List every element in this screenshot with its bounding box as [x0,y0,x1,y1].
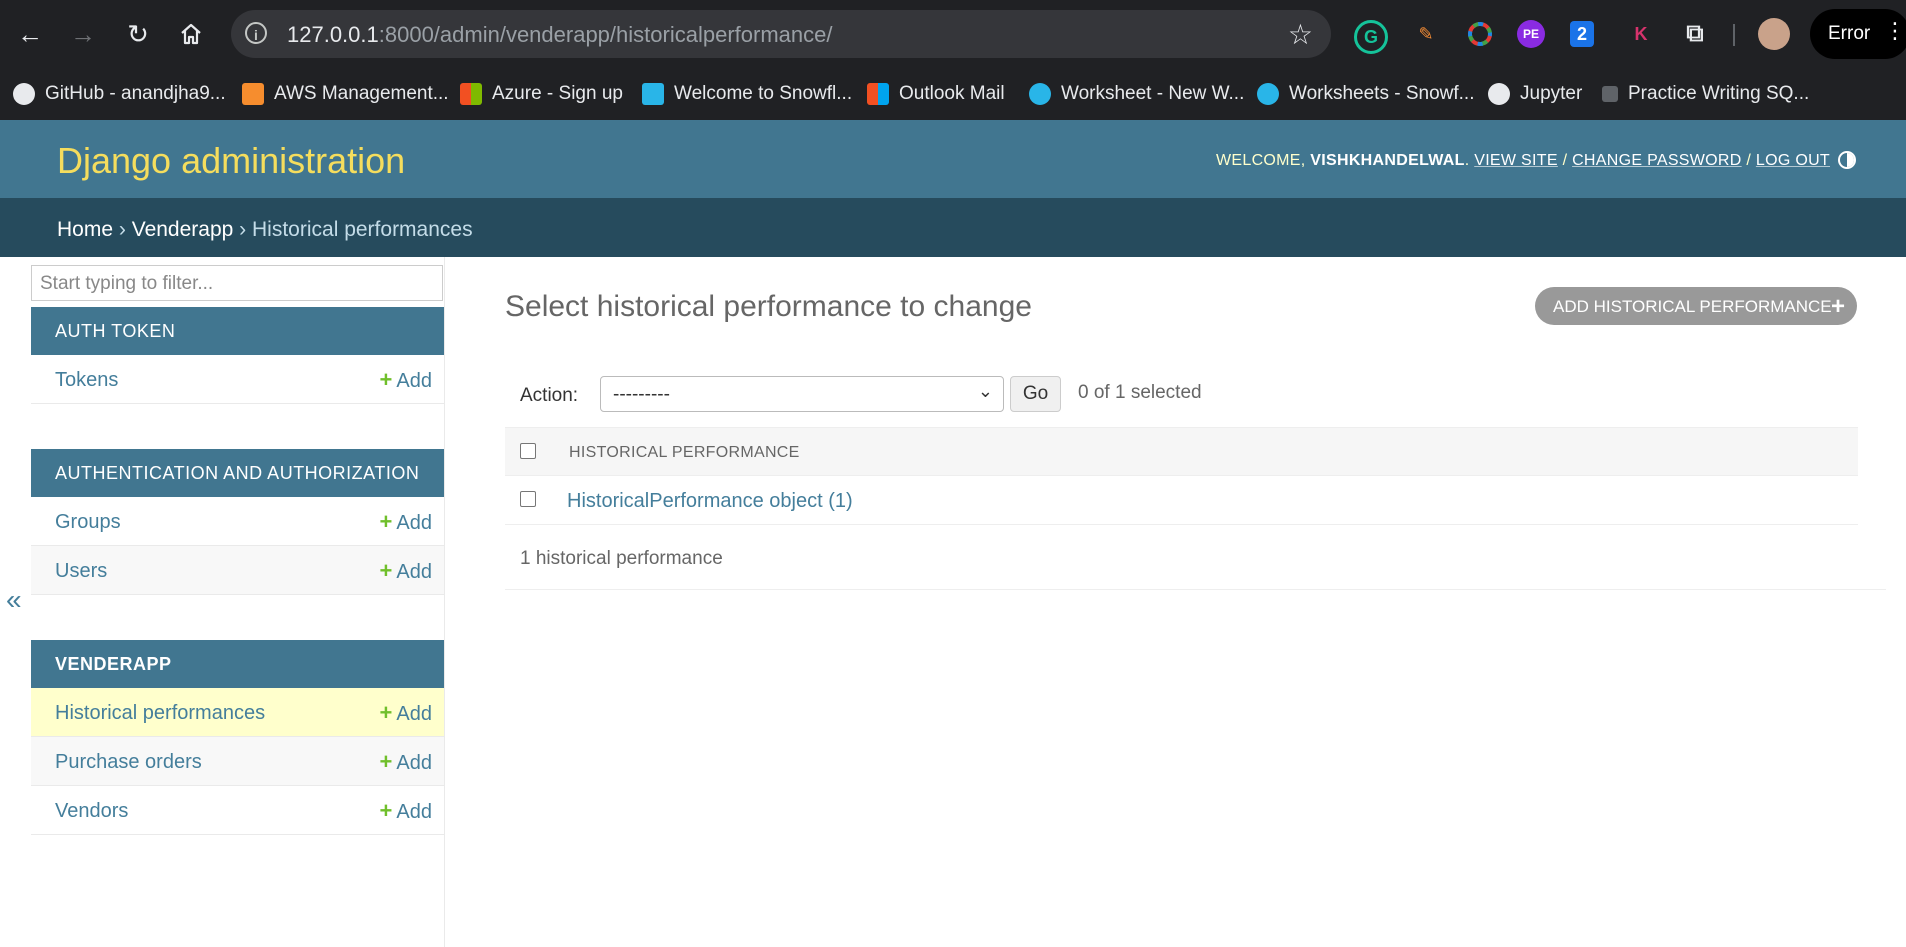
breadcrumb-current: Historical performances [252,218,473,241]
bookmarks-bar: GitHub - anandjha9... AWS Management... … [0,68,1906,121]
plus-icon: + [379,367,393,392]
sidebar-item-vendors[interactable]: Vendors + Add [31,786,444,835]
puzzle-icon[interactable]: ⧉ [1678,17,1712,51]
plus-icon: + [379,558,393,583]
bookmark-sql[interactable]: Practice Writing SQ... [1602,78,1809,110]
back-icon[interactable]: ← [12,12,48,56]
row-checkbox[interactable] [520,491,536,507]
action-label: Action: [520,385,579,406]
error-label: Error [1828,23,1871,44]
snowflake-icon [642,83,664,105]
app-auth-token[interactable]: AUTH TOKEN [31,307,444,355]
chevron-down-icon: ⌄ [977,381,993,401]
view-site-link[interactable]: VIEW SITE [1474,152,1558,169]
nav-filter-input[interactable]: Start typing to filter... [31,265,443,301]
add-link[interactable]: + Add [380,558,432,584]
globe-icon [1488,83,1510,105]
row-link[interactable]: HistoricalPerformance object (1) [567,490,853,513]
sidebar-item-historical-performances[interactable]: Historical performances + Add [31,688,444,737]
admin-header: Django administration WELCOME, VISHKHAND… [0,120,1906,198]
aws-icon [242,83,264,105]
site-branding[interactable]: Django administration [57,140,405,182]
app-venderapp[interactable]: VENDERAPP [31,640,444,688]
go-button[interactable]: Go [1010,376,1061,412]
nav-sidebar: Start typing to filter... AUTH TOKEN Tok… [31,257,445,947]
bookmark-github[interactable]: GitHub - anandjha9... [13,78,226,110]
add-link[interactable]: + Add [380,798,432,824]
plus-icon: + [379,798,393,823]
plus-icon: + [379,700,393,725]
color-wheel-icon[interactable] [1463,17,1497,51]
breadcrumb-home[interactable]: Home [57,218,113,241]
k-extension-icon[interactable]: K [1624,17,1658,51]
pe-extension-icon[interactable]: PE [1517,20,1545,48]
snowflake-icon [1257,83,1279,105]
site-info-icon[interactable]: i [245,22,267,44]
action-select[interactable]: --------- ⌄ [600,376,1004,412]
sidebar-item-tokens[interactable]: Tokens + Add [31,355,444,404]
bookmark-aws[interactable]: AWS Management... [242,78,449,110]
bookmark-azure[interactable]: Azure - Sign up [460,78,623,110]
bookmark-outlook[interactable]: Outlook Mail [867,78,1005,110]
log-out-link[interactable]: LOG OUT [1756,152,1830,169]
sidebar-item-purchase-orders[interactable]: Purchase orders + Add [31,737,444,786]
snowflake-icon [1029,83,1051,105]
username: VISHKHANDELWAL [1310,152,1465,169]
collapse-sidebar-icon[interactable]: « [6,584,22,616]
page-title: Select historical performance to change [505,290,1032,323]
app-authentication[interactable]: AUTHENTICATION AND AUTHORIZATION [31,449,444,497]
add-link[interactable]: + Add [380,367,432,393]
bookmark-snowflake[interactable]: Welcome to Snowfl... [642,78,852,110]
toolbar-divider [1733,24,1735,46]
microsoft-icon [460,83,482,105]
breadcrumb-app[interactable]: Venderapp [132,218,234,241]
change-password-link[interactable]: CHANGE PASSWORD [1572,152,1742,169]
add-historical-performance-button[interactable]: ADD HISTORICAL PERFORMANCE + [1535,287,1857,325]
selected-count: 0 of 1 selected [1078,382,1202,403]
add-link[interactable]: + Add [380,749,432,775]
avatar[interactable] [1758,18,1790,50]
grammarly-icon[interactable]: G [1354,20,1388,54]
profile-error-button[interactable]: Error ⋮ [1810,9,1906,59]
address-bar[interactable]: i 127.0.0.1:8000/admin/venderapp/histori… [231,10,1331,58]
column-header[interactable]: HISTORICAL PERFORMANCE [569,444,800,462]
url-text[interactable]: 127.0.0.1:8000/admin/venderapp/historica… [287,22,832,48]
bookmark-worksheet[interactable]: Worksheet - New W... [1029,78,1244,110]
plus-icon: + [379,749,393,774]
browser-toolbar: ← → ↻ i 127.0.0.1:8000/admin/venderapp/h… [0,0,1906,68]
two-extension-icon[interactable]: 2 [1570,21,1594,47]
theme-toggle-icon[interactable] [1838,151,1856,169]
home-icon[interactable] [173,12,209,56]
user-tools: WELCOME, VISHKHANDELWAL. VIEW SITE / CHA… [1216,152,1830,169]
pen-icon[interactable]: ✎ [1409,17,1443,51]
bookmark-worksheets[interactable]: Worksheets - Snowf... [1257,78,1475,110]
add-link[interactable]: + Add [380,700,432,726]
sidebar-item-users[interactable]: Users + Add [31,546,444,595]
microsoft-icon [867,83,889,105]
github-icon [13,83,35,105]
menu-dots-icon: ⋮ [1884,18,1906,43]
sidebar-item-groups[interactable]: Groups + Add [31,497,444,546]
add-link[interactable]: + Add [380,509,432,535]
select-all-checkbox[interactable] [520,443,536,459]
paginator: 1 historical performance [505,525,1886,590]
results-table-header: HISTORICAL PERFORMANCE [505,427,1858,476]
welcome-text: WELCOME, [1216,152,1306,169]
forward-icon[interactable]: → [65,12,101,56]
breadcrumb: Home › Venderapp › Historical performanc… [0,198,1906,257]
bookmark-jupyter[interactable]: Jupyter [1488,78,1582,110]
bookmark-star-icon[interactable]: ☆ [1288,18,1313,51]
result-count: 1 historical performance [520,548,723,569]
plus-icon: + [379,509,393,534]
table-row: HistoricalPerformance object (1) [505,476,1858,525]
reload-icon[interactable]: ↻ [120,12,156,56]
sql-icon [1602,86,1618,102]
plus-icon: + [1830,293,1845,320]
